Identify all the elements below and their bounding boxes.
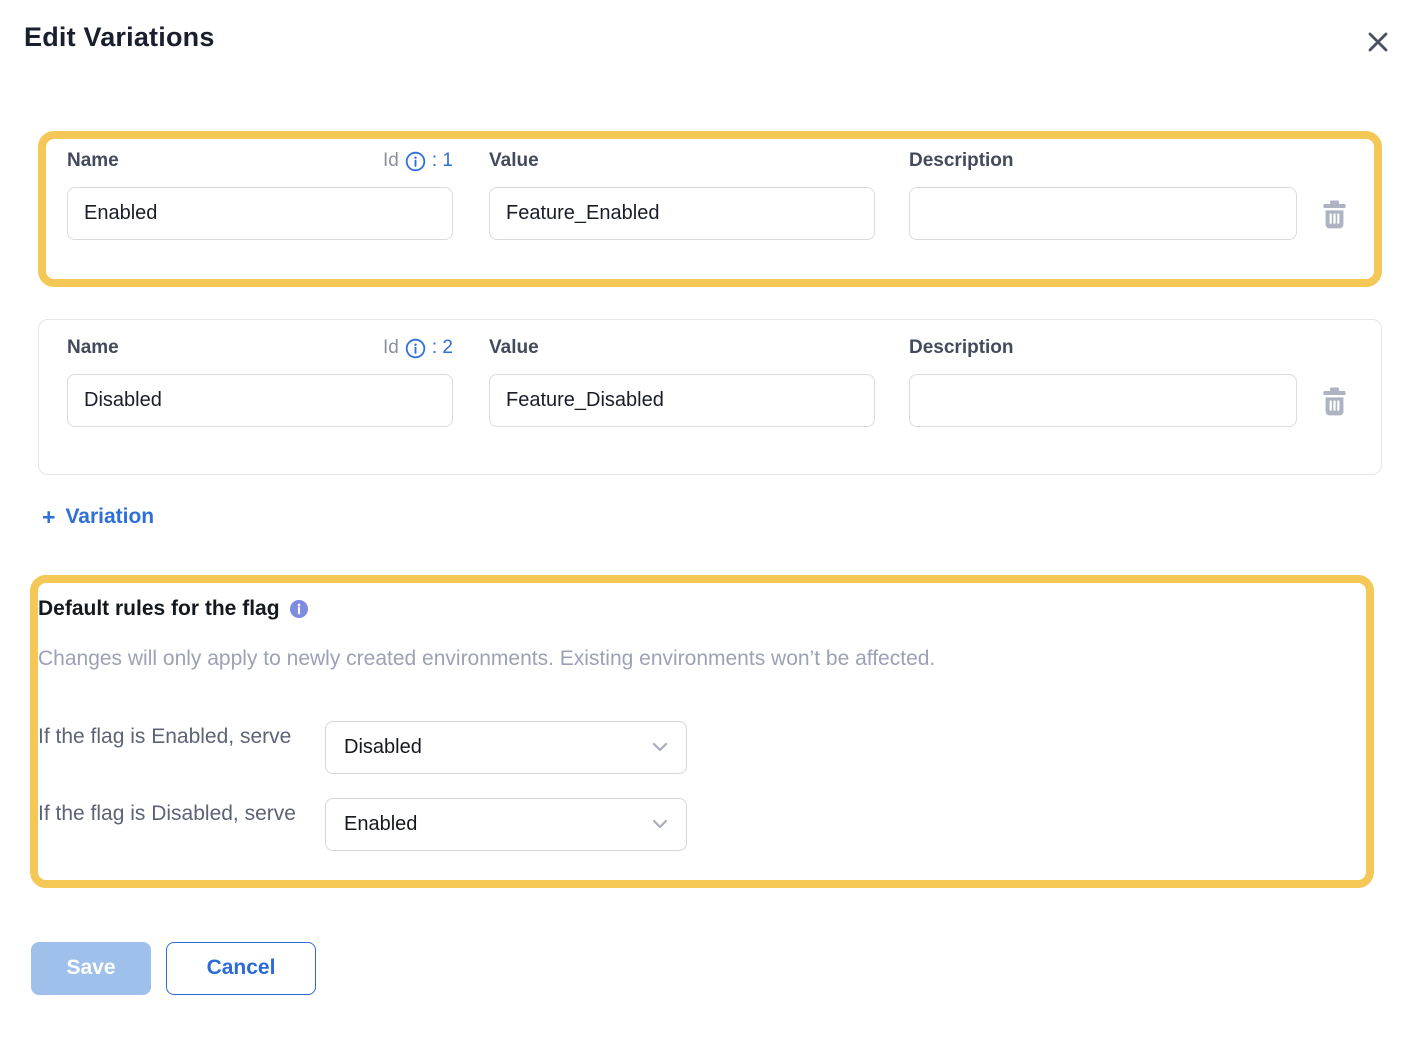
trash-icon <box>1321 387 1348 416</box>
info-icon[interactable] <box>405 338 426 359</box>
serve-select-disabled[interactable]: Enabled <box>325 798 687 851</box>
default-rules-section: Default rules for the flag Changes will … <box>30 575 1374 888</box>
rule-label-disabled: If the flag is Disabled, serve <box>38 798 325 829</box>
variation-id-value: : 1 <box>432 150 453 172</box>
description-label: Description <box>909 337 1014 359</box>
variation-id: Id : 1 <box>383 150 453 172</box>
name-label: Name <box>67 337 119 359</box>
cancel-button[interactable]: Cancel <box>166 942 316 995</box>
variation-card-1: Name Id : 1 Value <box>38 131 1382 287</box>
variation-id: Id : 2 <box>383 337 453 359</box>
chevron-down-icon <box>652 742 668 752</box>
serve-select-enabled[interactable]: Disabled <box>325 721 687 774</box>
variation-id-value: : 2 <box>432 337 453 359</box>
modal-footer: Save Cancel <box>31 942 1420 995</box>
variation-value-input[interactable] <box>489 374 875 427</box>
rule-label-enabled: If the flag is Enabled, serve <box>38 721 325 752</box>
info-icon[interactable] <box>405 151 426 172</box>
chevron-down-icon <box>652 819 668 829</box>
delete-variation-button[interactable] <box>1321 200 1348 229</box>
plus-icon: + <box>42 506 55 529</box>
default-rules-note: Changes will only apply to newly created… <box>38 647 1342 671</box>
close-icon <box>1366 30 1390 54</box>
variation-description-input[interactable] <box>909 187 1297 240</box>
variation-description-input[interactable] <box>909 374 1297 427</box>
selected-option: Disabled <box>344 736 422 759</box>
delete-variation-button[interactable] <box>1321 387 1348 416</box>
trash-icon <box>1321 200 1348 229</box>
add-variation-button[interactable]: + Variation <box>42 505 154 529</box>
modal-header: Edit Variations <box>0 0 1420 60</box>
page-title: Edit Variations <box>24 22 215 53</box>
id-label: Id <box>383 150 399 172</box>
close-button[interactable] <box>1360 24 1396 60</box>
id-label: Id <box>383 337 399 359</box>
variation-card-2: Name Id : 2 Value <box>38 319 1382 475</box>
variation-value-input[interactable] <box>489 187 875 240</box>
variation-name-input[interactable] <box>67 187 453 240</box>
info-badge-icon[interactable] <box>289 599 309 619</box>
value-label: Value <box>489 150 539 172</box>
default-rules-title: Default rules for the flag <box>38 597 280 621</box>
name-label: Name <box>67 150 119 172</box>
add-variation-label: Variation <box>65 505 154 529</box>
description-label: Description <box>909 150 1014 172</box>
value-label: Value <box>489 337 539 359</box>
save-button[interactable]: Save <box>31 942 151 995</box>
selected-option: Enabled <box>344 813 417 836</box>
variation-name-input[interactable] <box>67 374 453 427</box>
